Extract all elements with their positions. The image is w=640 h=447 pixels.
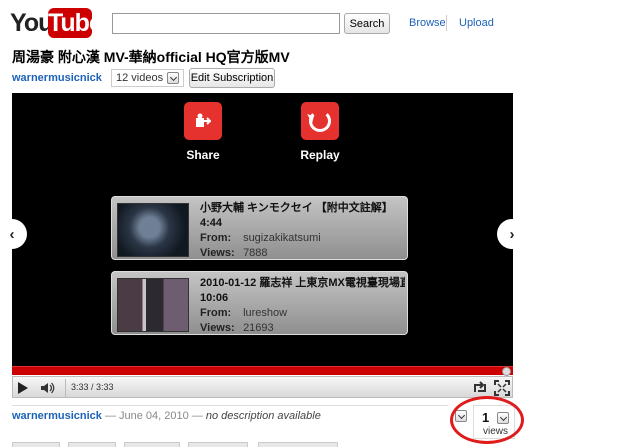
related-video-thumbnail bbox=[117, 278, 189, 332]
fullscreen-icon[interactable] bbox=[494, 380, 510, 396]
related-video-card[interactable]: 2010-01-12 羅志祥 上東京MX電視臺現場直 10:06 From: l… bbox=[111, 271, 408, 335]
chevron-down-icon bbox=[167, 72, 180, 84]
share-arrow-icon bbox=[196, 113, 211, 127]
search-button[interactable]: Search bbox=[344, 13, 390, 34]
upload-date: — June 04, 2010 — bbox=[104, 410, 203, 422]
share-button[interactable]: Share bbox=[173, 102, 233, 162]
bottom-tab-stub[interactable] bbox=[258, 442, 338, 447]
search-input[interactable] bbox=[112, 13, 340, 34]
video-info-row: warnermusicnick — June 04, 2010 — no des… bbox=[12, 405, 448, 422]
share-label: Share bbox=[186, 148, 220, 162]
play-icon[interactable] bbox=[18, 382, 28, 394]
related-video-author: lureshow bbox=[243, 307, 288, 319]
from-label: From: bbox=[200, 232, 232, 244]
replay-icon bbox=[301, 102, 339, 140]
related-video-author: sugizakikatsumi bbox=[243, 232, 321, 244]
related-video-duration: 10:06 bbox=[200, 292, 229, 304]
replay-circle-icon bbox=[309, 110, 331, 132]
youtube-logo[interactable]: You Tube bbox=[10, 8, 103, 38]
progress-bar[interactable] bbox=[12, 366, 513, 376]
related-video-thumbnail bbox=[117, 203, 189, 257]
replay-label: Replay bbox=[300, 148, 340, 162]
channel-link[interactable]: warnermusicnick bbox=[12, 72, 102, 84]
from-label: From: bbox=[200, 307, 232, 319]
related-video-title: 小野大輔 キンモクセイ 【附中文註解】 bbox=[200, 202, 393, 214]
video-player[interactable]: Share Replay ‹ › 小野大輔 キンモクセイ 【附中文註解】 4:4… bbox=[0, 93, 527, 366]
nav-divider bbox=[446, 15, 447, 31]
highlight-circle-annotation bbox=[450, 396, 524, 444]
video-title: 周湯豪 附心漢 MV-華納official HQ官方版MV bbox=[12, 49, 290, 65]
nav-upload-link[interactable]: Upload bbox=[459, 17, 494, 29]
logo-tube-badge: Tube bbox=[48, 8, 103, 38]
volume-icon[interactable] bbox=[40, 382, 56, 394]
player-controls: 3:33 / 3:33 bbox=[12, 376, 513, 398]
replay-button[interactable]: Replay bbox=[290, 102, 350, 162]
related-video-card[interactable]: 小野大輔 キンモクセイ 【附中文註解】 4:44 From: sugizakik… bbox=[111, 196, 408, 260]
related-video-views: 21693 bbox=[243, 322, 274, 334]
video-description: no description available bbox=[205, 410, 321, 422]
edit-subscription-button[interactable]: Edit Subscription bbox=[189, 68, 275, 88]
controls-divider bbox=[65, 379, 66, 397]
next-arrow-button[interactable]: › bbox=[497, 219, 527, 249]
logo-you-text: You bbox=[10, 9, 53, 37]
time-readout: 3:33 / 3:33 bbox=[71, 382, 114, 392]
bottom-tab-stub[interactable] bbox=[124, 442, 180, 447]
popout-icon[interactable] bbox=[472, 380, 488, 396]
bottom-tab-stub[interactable] bbox=[68, 442, 116, 447]
views-label: Views: bbox=[200, 322, 235, 334]
share-icon bbox=[184, 102, 222, 140]
views-label: Views: bbox=[200, 247, 235, 259]
logo-tube-text: Tube bbox=[48, 9, 103, 37]
related-video-duration: 4:44 bbox=[200, 217, 223, 229]
previous-arrow-button[interactable]: ‹ bbox=[0, 219, 27, 249]
related-video-views: 7888 bbox=[243, 247, 268, 259]
chevron-left-icon: ‹ bbox=[9, 225, 15, 243]
bottom-tab-stub[interactable] bbox=[12, 442, 60, 447]
nav-browse-link[interactable]: Browse bbox=[409, 17, 446, 29]
chevron-right-icon: › bbox=[509, 225, 515, 243]
progress-scrubber-handle[interactable] bbox=[502, 367, 511, 376]
videos-count: 12 videos bbox=[116, 72, 164, 84]
channel-videos-dropdown[interactable]: 12 videos bbox=[111, 69, 185, 87]
related-video-title: 2010-01-12 羅志祥 上東京MX電視臺現場直 bbox=[200, 277, 405, 289]
bottom-tab-stub[interactable] bbox=[188, 442, 248, 447]
uploader-link[interactable]: warnermusicnick bbox=[12, 410, 102, 422]
